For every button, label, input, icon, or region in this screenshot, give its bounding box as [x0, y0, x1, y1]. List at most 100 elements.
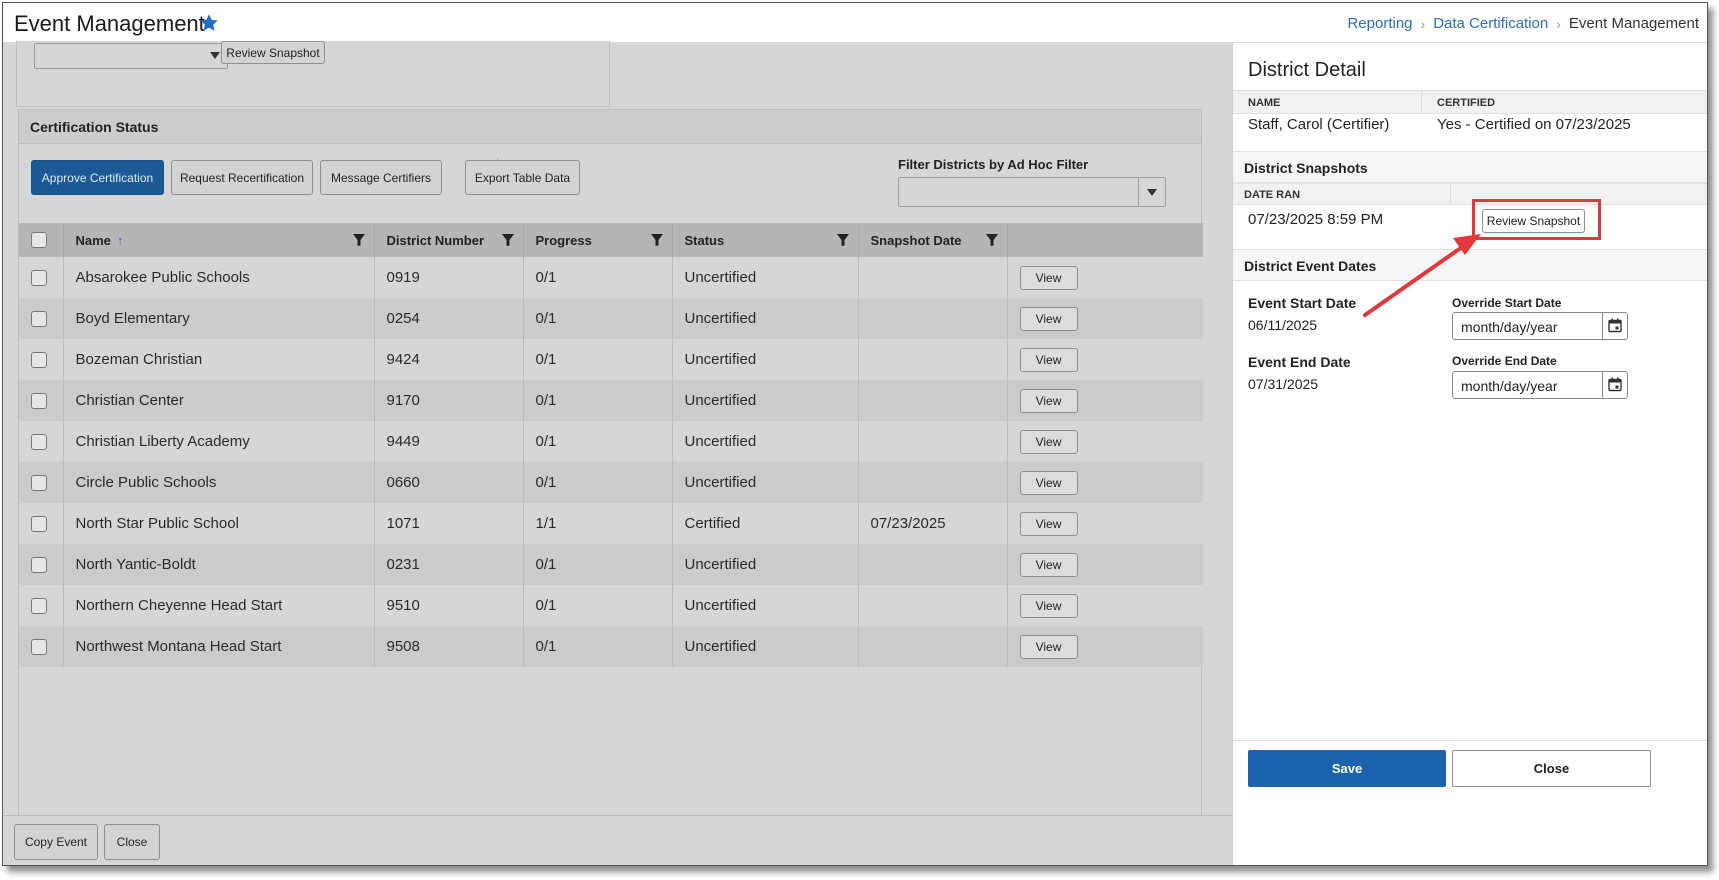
row-checkbox[interactable] [31, 598, 47, 615]
district-number-cell: 1071 [374, 503, 524, 544]
date-ran-header: DATE RAN [1244, 189, 1301, 201]
row-checkbox[interactable] [31, 270, 47, 287]
certified-status: Yes - Certified on 07/23/2025 [1437, 116, 1631, 133]
progress-cell: 0/1 [523, 339, 673, 380]
filter-icon[interactable] [836, 233, 850, 247]
snapshot-date-cell [858, 339, 1008, 380]
snapshot-date-column-header[interactable]: Snapshot Date [858, 223, 1008, 257]
table-row[interactable]: Northwest Montana Head Start 9508 0/1 Uncer… [19, 626, 1203, 667]
row-checkbox[interactable] [31, 393, 47, 410]
certification-status-header: Certification Status [19, 110, 1201, 144]
request-recertification-button[interactable]: Request Recertification [171, 160, 313, 195]
progress-column-header[interactable]: Progress [523, 223, 673, 257]
override-start-placeholder: month/day/year [1461, 319, 1558, 335]
view-button[interactable]: View [1019, 388, 1078, 413]
table-row[interactable]: Bozeman Christian 9424 0/1 Uncertified View [19, 339, 1203, 380]
view-button[interactable]: View [1019, 347, 1078, 372]
table-row[interactable]: North Yantic-Boldt 0231 0/1 Uncertified View [19, 544, 1203, 585]
favorite-star-icon[interactable] [198, 12, 220, 34]
district-number-cell: 9508 [374, 626, 524, 667]
breadcrumb-reporting[interactable]: Reporting [1347, 15, 1412, 32]
calendar-icon [1608, 377, 1622, 392]
district-number-cell: 9510 [374, 585, 524, 626]
table-row[interactable]: Christian Center 9170 0/1 Uncertified View [19, 380, 1203, 421]
filter-icon[interactable] [501, 233, 515, 247]
event-main-area: Review Snapshot Certification Status App… [3, 41, 1232, 865]
row-checkbox[interactable] [31, 352, 47, 369]
status-cell: Uncertified [672, 298, 859, 339]
district-detail-panel: District Detail NAME CERTIFIED Staff, Ca… [1232, 43, 1707, 865]
snapshot-date-cell [858, 257, 1008, 298]
view-button[interactable]: View [1019, 429, 1078, 454]
progress-cell: 0/1 [523, 421, 673, 462]
export-table-data-button[interactable]: Export Table Data [465, 160, 580, 195]
row-checkbox[interactable] [31, 557, 47, 574]
table-row[interactable]: Northern Cheyenne Head Start 9510 0/1 Uncer… [19, 585, 1203, 626]
snapshot-date-cell [858, 626, 1008, 667]
row-select-cell [19, 380, 64, 421]
ad-hoc-filter-select[interactable] [898, 177, 1166, 207]
save-button[interactable]: Save [1248, 750, 1446, 787]
event-start-label: Event Start Date [1248, 295, 1357, 311]
view-button[interactable]: View [1019, 306, 1078, 331]
actions-column-header [1007, 223, 1203, 257]
view-button[interactable]: View [1019, 265, 1078, 290]
close-button[interactable]: Close [1452, 750, 1651, 787]
district-name-cell: Northern Cheyenne Head Start [63, 585, 375, 626]
approve-certification-button[interactable]: Approve Certification [31, 160, 164, 195]
table-row[interactable]: North Star Public School 1071 1/1 Certified… [19, 503, 1203, 544]
actions-cell: View [1007, 503, 1203, 544]
row-checkbox[interactable] [31, 434, 47, 451]
district-number-cell: 0254 [374, 298, 524, 339]
district-name-cell: Northwest Montana Head Start [63, 626, 375, 667]
left-close-button[interactable]: Close [104, 824, 160, 860]
view-button[interactable]: View [1019, 634, 1078, 659]
certification-status-title: Certification Status [30, 119, 159, 135]
override-end-date-input[interactable]: month/day/year [1452, 371, 1628, 399]
actions-cell: View [1007, 339, 1203, 380]
view-button[interactable]: View [1019, 593, 1078, 618]
filter-icon[interactable] [352, 233, 366, 247]
actions-cell: View [1007, 462, 1203, 503]
row-checkbox[interactable] [31, 516, 47, 533]
table-row[interactable]: Christian Liberty Academy 9449 0/1 Uncertif… [19, 421, 1203, 462]
chevron-right-icon: › [1420, 15, 1426, 32]
calendar-button[interactable] [1602, 372, 1627, 398]
select-all-checkbox[interactable] [31, 232, 47, 249]
actions-cell: View [1007, 585, 1203, 626]
table-row[interactable]: Boyd Elementary 0254 0/1 Uncertified View [19, 298, 1203, 339]
status-column-header[interactable]: Status [672, 223, 859, 257]
breadcrumb-data-certification[interactable]: Data Certification [1433, 15, 1548, 32]
district-event-dates-header: District Event Dates [1233, 249, 1707, 281]
view-button[interactable]: View [1019, 511, 1078, 536]
event-end-value: 07/31/2025 [1248, 376, 1319, 392]
status-cell: Uncertified [672, 339, 859, 380]
footer-divider [1233, 740, 1707, 741]
sort-ascending-icon[interactable]: ↑ [117, 233, 124, 248]
status-cell: Uncertified [672, 462, 859, 503]
filter-icon[interactable] [650, 233, 664, 247]
message-certifiers-button[interactable]: Message Certifiers [320, 160, 442, 195]
view-button[interactable]: View [1019, 470, 1078, 495]
row-select-cell [19, 462, 64, 503]
district-number-cell: 9170 [374, 380, 524, 421]
name-column-label: Name [75, 232, 111, 248]
table-row[interactable]: Absarokee Public Schools 0919 0/1 Uncertifi… [19, 257, 1203, 298]
snapshot-select[interactable] [34, 43, 228, 69]
top-review-snapshot-button[interactable]: Review Snapshot [221, 41, 325, 64]
copy-event-button[interactable]: Copy Event [14, 824, 98, 860]
district-number-column-header[interactable]: District Number [374, 223, 524, 257]
name-column-header[interactable]: Name ↑ [63, 223, 375, 257]
override-start-date-input[interactable]: month/day/year [1452, 312, 1628, 340]
status-cell: Uncertified [672, 626, 859, 667]
district-name-cell: Boyd Elementary [63, 298, 375, 339]
view-button[interactable]: View [1019, 552, 1078, 577]
snapshot-date-cell [858, 380, 1008, 421]
row-checkbox[interactable] [31, 639, 47, 656]
row-checkbox[interactable] [31, 475, 47, 492]
left-footer: Copy Event Close [3, 815, 1232, 865]
calendar-button[interactable] [1602, 313, 1627, 339]
filter-icon[interactable] [985, 233, 999, 247]
table-row[interactable]: Circle Public Schools 0660 0/1 Uncertified V… [19, 462, 1203, 503]
row-checkbox[interactable] [31, 311, 47, 328]
